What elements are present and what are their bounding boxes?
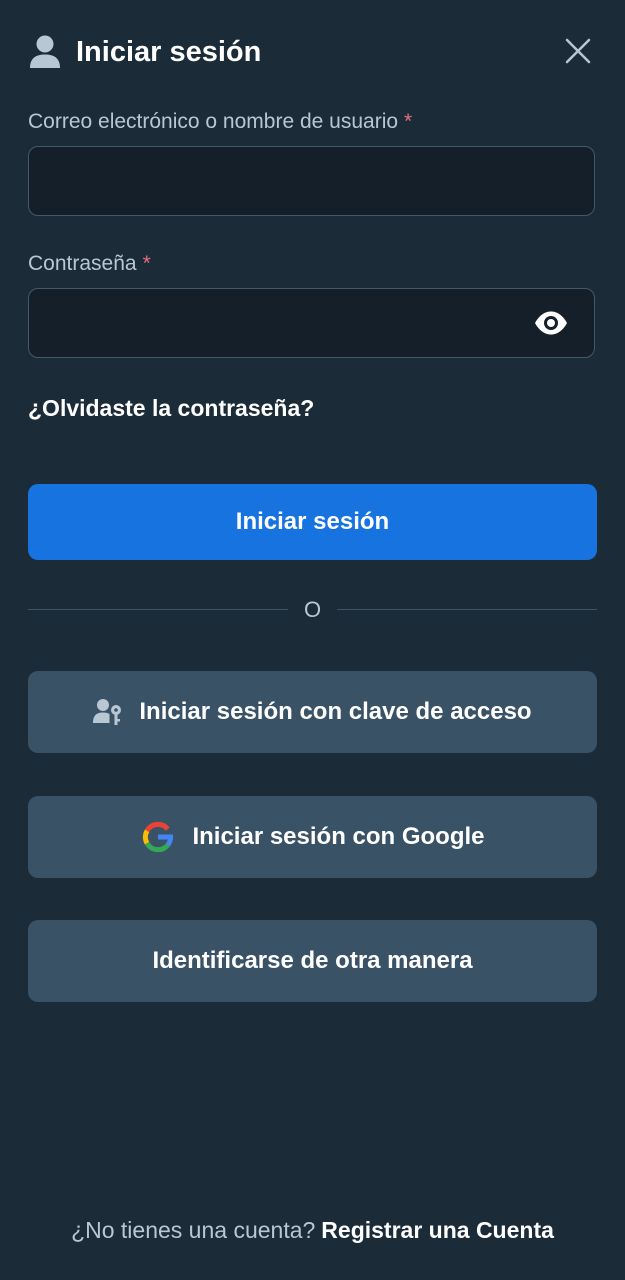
register-link[interactable]: Registrar una Cuenta (321, 1217, 554, 1243)
google-button-label: Iniciar sesión con Google (192, 823, 485, 850)
required-mark: * (404, 110, 413, 133)
footer: ¿No tienes una cuenta? Registrar una Cuen… (0, 1214, 625, 1246)
sign-in-button[interactable]: Iniciar sesión (28, 484, 597, 560)
passkey-sign-in-button[interactable]: Iniciar sesión con clave de acceso (28, 671, 597, 753)
google-icon (140, 819, 176, 855)
email-label-text: Correo electrónico o nombre de usuario (28, 110, 399, 133)
other-button-label: Identificarse de otra manera (152, 947, 473, 974)
passkey-icon (93, 697, 123, 727)
email-field[interactable] (28, 146, 595, 216)
close-icon[interactable] (563, 36, 593, 66)
eye-icon[interactable] (534, 310, 568, 336)
header: Iniciar sesión (28, 30, 597, 74)
no-account-prompt: ¿No tienes una cuenta? (71, 1217, 316, 1243)
password-label: Contraseña * (28, 251, 151, 277)
forgot-password-link[interactable]: ¿Olvidaste la contraseña? (28, 393, 314, 423)
required-mark: * (142, 252, 151, 275)
google-sign-in-button[interactable]: Iniciar sesión con Google (28, 796, 597, 878)
other-sign-in-button[interactable]: Identificarse de otra manera (28, 920, 597, 1002)
user-icon (30, 35, 60, 68)
password-field[interactable] (28, 288, 595, 358)
divider-line (337, 609, 597, 610)
passkey-button-label: Iniciar sesión con clave de acceso (139, 698, 532, 725)
page-title: Iniciar sesión (76, 36, 262, 68)
divider-label: O (303, 597, 322, 622)
email-label: Correo electrónico o nombre de usuario * (28, 109, 412, 135)
password-label-text: Contraseña (28, 252, 137, 275)
or-divider: O (28, 596, 597, 624)
